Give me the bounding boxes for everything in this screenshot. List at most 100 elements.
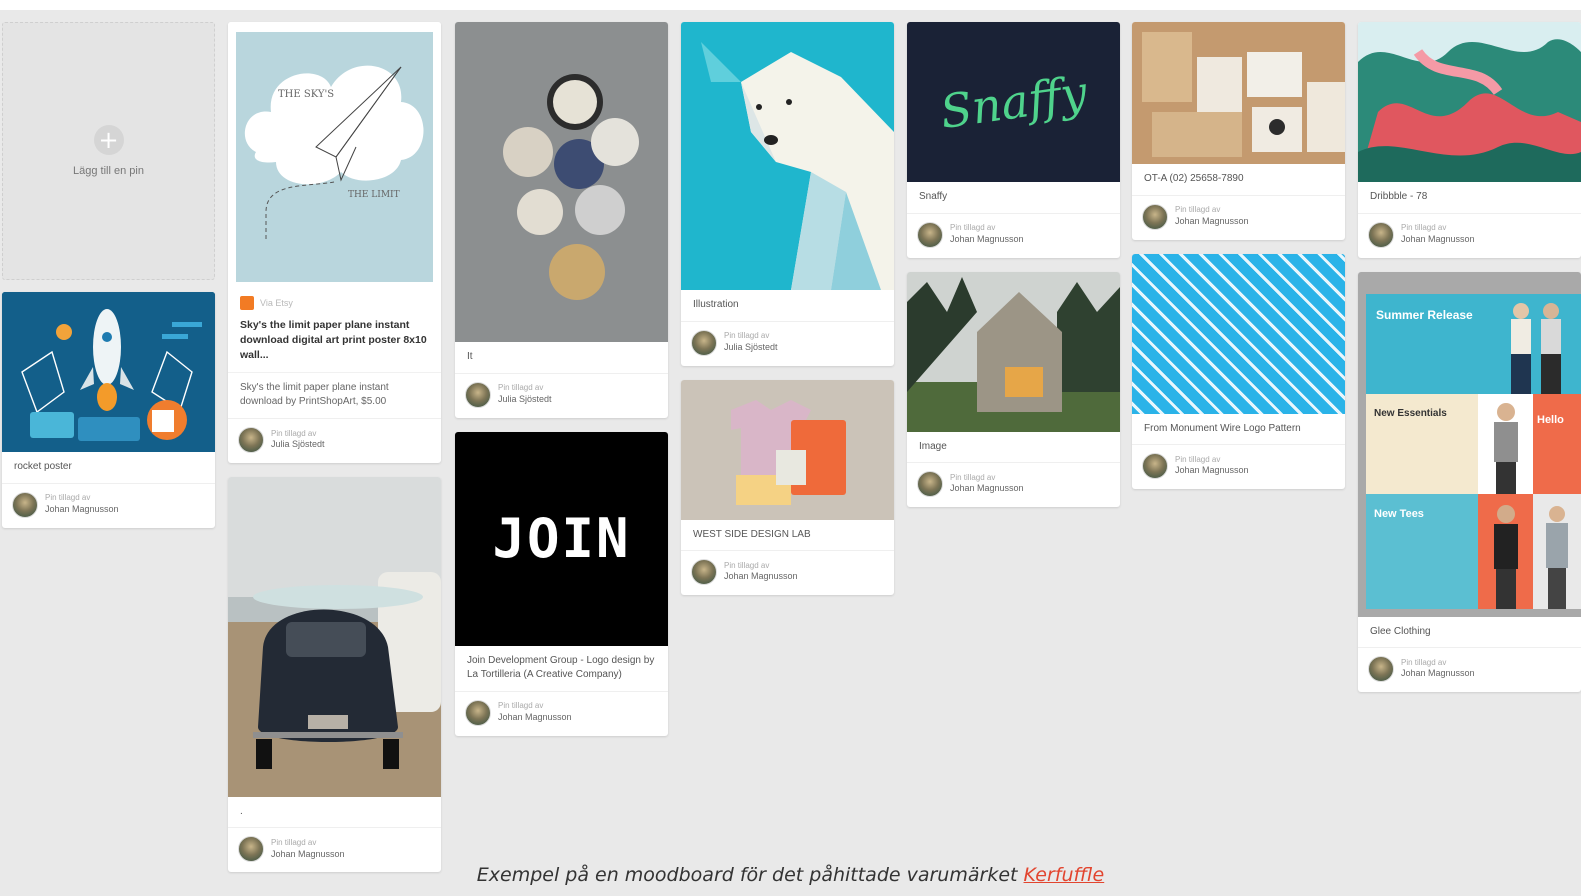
- polar-bear-illustration: [681, 22, 894, 290]
- svg-text:THE LIMIT: THE LIMIT: [348, 190, 400, 200]
- avatar[interactable]: [1142, 453, 1168, 479]
- pin-attribution: Pin tillagd av Johan Magnusson: [1132, 194, 1345, 240]
- pin-image-tshirt[interactable]: [681, 379, 894, 520]
- brand-link[interactable]: Kerfuffle: [1024, 864, 1105, 886]
- pin-attribution: Pin tillagd av Julia Sjöstedt: [455, 372, 668, 418]
- pin-image-paint[interactable]: [1358, 22, 1581, 182]
- user-name[interactable]: Johan Magnusson: [950, 483, 1024, 495]
- board-column-3: It Pin tillagd av Julia Sjöstedt JOIN Jo…: [455, 22, 668, 750]
- pin-card-join[interactable]: JOIN Join Development Group - Logo desig…: [455, 431, 668, 736]
- user-name[interactable]: Johan Magnusson: [498, 712, 572, 724]
- join-logo: JOIN: [492, 507, 631, 570]
- user-name[interactable]: Julia Sjöstedt: [271, 439, 325, 451]
- pin-attribution: Pin tillagd av Johan Magnusson: [2, 482, 215, 528]
- car-photo: [228, 476, 441, 797]
- pin-card-stationery[interactable]: OT-A (02) 25658-7890 Pin tillagd av Joha…: [1132, 22, 1345, 240]
- pin-description: Sky's the limit paper plane instant down…: [228, 371, 441, 418]
- added-by-label: Pin tillagd av: [1175, 454, 1221, 464]
- pin-image-plane[interactable]: THE SKY'S THE LIMIT: [228, 22, 441, 288]
- avatar[interactable]: [1368, 221, 1394, 248]
- user-name[interactable]: Johan Magnusson: [1401, 668, 1475, 680]
- add-pin-button[interactable]: + Lägg till en pin: [2, 22, 215, 280]
- pin-card-paint[interactable]: Dribbble - 78 Pin tillagd av Johan Magnu…: [1358, 22, 1581, 258]
- pin-attribution: Pin tillagd av Johan Magnusson: [907, 462, 1120, 507]
- pin-image-plates[interactable]: [455, 22, 668, 342]
- pin-caption: Glee Clothing: [1370, 625, 1431, 637]
- tshirt-photo: [681, 379, 894, 520]
- pin-image-rocket[interactable]: [2, 292, 215, 452]
- pin-image-join[interactable]: JOIN: [455, 431, 668, 646]
- model-tile-2: [1478, 493, 1533, 609]
- pin-card-clothing[interactable]: Summer Release New Essentials Hello New …: [1358, 271, 1581, 692]
- pin-image-pattern[interactable]: [1132, 253, 1345, 414]
- pin-card-plane[interactable]: THE SKY'S THE LIMIT Via Etsy Sky's the l…: [228, 22, 441, 463]
- pin-caption: Sky's the limit paper plane instant down…: [240, 319, 427, 362]
- avatar[interactable]: [238, 426, 264, 453]
- model-figure-2: [1494, 504, 1518, 609]
- added-by-label: Pin tillagd av: [45, 493, 91, 503]
- avatar[interactable]: [691, 329, 717, 356]
- banner-row: New Essentials Hello: [1366, 393, 1581, 494]
- added-by-label: Pin tillagd av: [271, 428, 317, 438]
- pin-caption: OT-A (02) 25658-7890: [1144, 173, 1244, 184]
- banner-summer: Summer Release: [1366, 293, 1581, 394]
- pin-card-plates[interactable]: It Pin tillagd av Julia Sjöstedt: [455, 22, 668, 418]
- avatar[interactable]: [465, 381, 491, 408]
- pin-image-snaffy[interactable]: Snaffy: [907, 22, 1120, 182]
- banner-summer-text: Summer Release: [1376, 307, 1473, 322]
- pin-caption: .: [240, 805, 243, 817]
- added-by-label: Pin tillagd av: [950, 472, 996, 482]
- added-by-label: Pin tillagd av: [1401, 657, 1447, 667]
- user-name[interactable]: Johan Magnusson: [1175, 216, 1249, 228]
- pin-image-house[interactable]: [907, 271, 1120, 432]
- pin-card-bear[interactable]: Illustration Pin tillagd av Julia Sjöste…: [681, 22, 894, 366]
- pin-card-house[interactable]: Image Pin tillagd av Johan Magnusson: [907, 271, 1120, 507]
- pin-image-stationery[interactable]: [1132, 22, 1345, 164]
- avatar[interactable]: [1368, 656, 1394, 682]
- added-by-label: Pin tillagd av: [498, 383, 544, 393]
- added-by-label: Pin tillagd av: [950, 223, 996, 233]
- banner-hello: Hello: [1533, 393, 1581, 494]
- pin-caption: Snaffy: [919, 191, 948, 202]
- pin-card-tshirt[interactable]: WEST SIDE DESIGN LAB Pin tillagd av Joha…: [681, 379, 894, 595]
- pin-image-car[interactable]: [228, 476, 441, 797]
- pin-card-car[interactable]: . Pin tillagd av Johan Magnusson: [228, 476, 441, 873]
- pin-card-pattern[interactable]: From Monument Wire Logo Pattern Pin till…: [1132, 253, 1345, 489]
- pin-caption: Image: [919, 440, 947, 452]
- banner-tees: New Tees: [1366, 493, 1478, 609]
- added-by-label: Pin tillagd av: [498, 701, 544, 711]
- avatar[interactable]: [917, 221, 943, 248]
- avatar[interactable]: [1142, 203, 1168, 230]
- user-name[interactable]: Johan Magnusson: [724, 571, 798, 583]
- pin-source-label: Via Etsy: [260, 298, 293, 308]
- user-name[interactable]: Johan Magnusson: [45, 504, 119, 516]
- model-tile-3: [1533, 493, 1581, 609]
- user-name[interactable]: Johan Magnusson: [1175, 465, 1249, 477]
- pin-card-rocket[interactable]: rocket poster Pin tillagd av Johan Magnu…: [2, 292, 215, 528]
- pin-attribution: Pin tillagd av Johan Magnusson: [1358, 212, 1581, 258]
- banner-hello-text: Hello: [1537, 413, 1564, 426]
- pin-image-bear[interactable]: [681, 22, 894, 290]
- user-name[interactable]: Julia Sjöstedt: [724, 342, 778, 354]
- svg-text:THE SKY'S: THE SKY'S: [278, 89, 334, 100]
- avatar[interactable]: [917, 471, 943, 497]
- user-name[interactable]: Johan Magnusson: [950, 234, 1024, 246]
- pin-caption: WEST SIDE DESIGN LAB: [693, 528, 811, 540]
- board-column-5: Snaffy Snaffy Pin tillagd av Johan Magnu…: [907, 22, 1120, 521]
- pin-source[interactable]: Via Etsy: [228, 288, 441, 310]
- board-column-4: Illustration Pin tillagd av Julia Sjöste…: [681, 22, 894, 609]
- paint-artwork: [1358, 22, 1581, 182]
- avatar[interactable]: [12, 491, 38, 518]
- plus-icon: +: [93, 125, 124, 155]
- pin-image-clothing[interactable]: Summer Release New Essentials Hello New …: [1358, 271, 1581, 617]
- clothing-site-preview: Summer Release New Essentials Hello New …: [1366, 293, 1581, 609]
- banner-row-2: New Tees: [1366, 493, 1581, 609]
- avatar[interactable]: [691, 559, 717, 585]
- added-by-label: Pin tillagd av: [724, 331, 770, 341]
- user-name[interactable]: Julia Sjöstedt: [498, 394, 552, 406]
- paper-plane-illustration: THE SKY'S THE LIMIT: [236, 32, 433, 282]
- avatar[interactable]: [465, 699, 491, 726]
- banner-essentials-text: New Essentials: [1374, 407, 1447, 419]
- user-name[interactable]: Johan Magnusson: [1401, 234, 1475, 246]
- pin-card-snaffy[interactable]: Snaffy Snaffy Pin tillagd av Johan Magnu…: [907, 22, 1120, 258]
